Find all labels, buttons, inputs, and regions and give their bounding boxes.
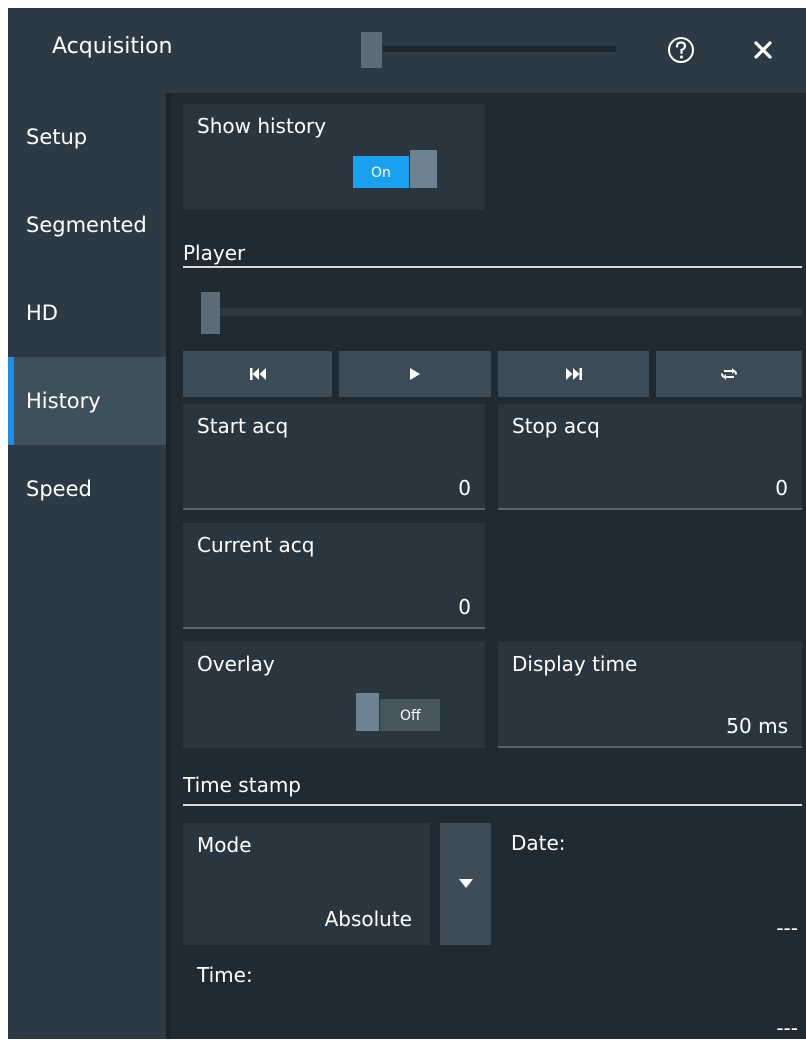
repeat-button[interactable] [656,351,802,397]
mode-dropdown-button[interactable] [440,823,491,945]
display-time-value: 50 ms [726,714,788,738]
mode-value: Absolute [324,907,412,931]
player-position-track[interactable] [212,308,802,316]
sidebar: Setup Segmented HD History Speed [8,93,166,1039]
start-acq-value: 0 [458,476,471,500]
mode-select[interactable]: Mode Absolute [183,823,430,945]
sidebar-item-hd[interactable]: HD [8,269,166,357]
skip-to-start-icon [249,368,266,380]
time-stamp-section-divider [183,804,802,806]
current-acq-field[interactable]: Current acq 0 [183,523,485,629]
skip-to-end-button[interactable] [498,351,649,397]
show-history-label: Show history [197,114,327,138]
repeat-icon [721,368,737,380]
title-bar: Acquisition [8,8,806,93]
help-icon[interactable] [666,35,696,65]
overlay-toggle[interactable]: Off [356,693,440,731]
sidebar-item-label: Segmented [26,213,147,237]
field-underline [183,627,485,629]
stop-acq-label: Stop acq [512,414,600,438]
skip-to-start-button[interactable] [183,351,332,397]
sidebar-item-history[interactable]: History [8,357,166,445]
transparency-slider-handle[interactable] [361,32,382,68]
play-icon [410,368,420,380]
stop-acq-field[interactable]: Stop acq 0 [498,404,802,510]
start-acq-field[interactable]: Start acq 0 [183,404,485,510]
acquisition-dialog: Acquisition Setup Segmented HD History S… [8,8,806,1040]
sidebar-item-segmented[interactable]: Segmented [8,181,166,269]
player-section-label: Player [183,241,246,265]
sidebar-item-label: History [26,389,101,413]
sidebar-item-setup[interactable]: Setup [8,93,166,181]
skip-to-end-icon [565,368,582,380]
transparency-slider-track[interactable] [383,46,616,52]
dialog-title: Acquisition [52,34,173,59]
date-label: Date: [511,831,566,855]
sidebar-item-label: Speed [26,477,92,501]
time-label: Time: [197,963,253,987]
start-acq-label: Start acq [197,414,289,438]
field-underline [498,746,802,748]
player-position-handle[interactable] [201,292,220,334]
display-time-field[interactable]: Display time 50 ms [498,642,802,748]
current-acq-value: 0 [458,595,471,619]
overlay-label: Overlay [197,652,275,676]
overlay-panel: Overlay Off [183,642,485,748]
stop-acq-value: 0 [775,476,788,500]
close-icon[interactable] [752,39,774,61]
toggle-state-text: Off [400,708,421,724]
toggle-knob [410,150,437,188]
field-underline [498,508,802,510]
date-value: --- [776,916,798,940]
time-value: --- [776,1016,798,1040]
sidebar-item-speed[interactable]: Speed [8,445,166,533]
show-history-panel: Show history On [183,104,485,210]
current-acq-label: Current acq [197,533,315,557]
sidebar-item-label: HD [26,301,58,325]
sidebar-item-label: Setup [26,125,88,149]
sidebar-divider [166,93,171,1039]
player-section-divider [183,266,802,268]
field-underline [183,508,485,510]
toggle-state-text: On [371,165,391,181]
chevron-down-icon [459,879,473,888]
mode-label: Mode [197,833,252,857]
time-stamp-section-label: Time stamp [183,773,301,797]
toggle-knob [356,693,379,731]
play-button[interactable] [339,351,491,397]
show-history-toggle[interactable]: On [353,150,437,188]
display-time-label: Display time [512,652,638,676]
